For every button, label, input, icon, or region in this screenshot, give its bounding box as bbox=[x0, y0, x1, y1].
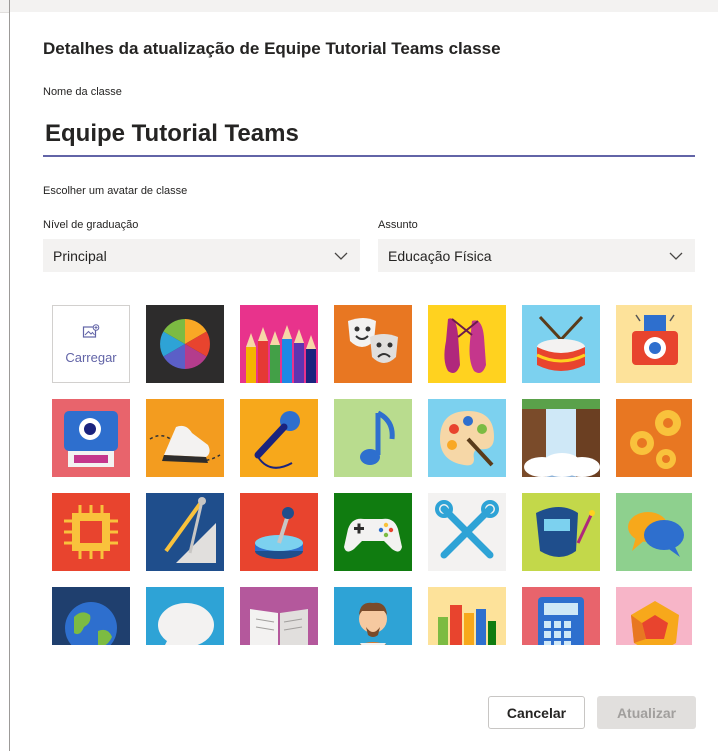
shakespeare-icon bbox=[334, 587, 412, 645]
colored-pencils-icon bbox=[240, 305, 318, 383]
avatar-ballet-shoes[interactable] bbox=[428, 305, 506, 383]
avatar-speech-bubble[interactable] bbox=[146, 587, 224, 645]
avatar-shakespeare[interactable] bbox=[334, 587, 412, 645]
avatar-music-note[interactable] bbox=[334, 399, 412, 477]
avatar-microphone[interactable] bbox=[240, 399, 318, 477]
calculator-icon bbox=[522, 587, 600, 645]
chevron-down-icon bbox=[669, 252, 683, 260]
avatar-drafting-compass[interactable] bbox=[146, 493, 224, 571]
avatar-calculator[interactable] bbox=[522, 587, 600, 645]
welding-mask-icon bbox=[522, 493, 600, 571]
subject-label: Assunto bbox=[378, 219, 418, 231]
avatar-theater-masks[interactable] bbox=[334, 305, 412, 383]
photo-camera-icon bbox=[616, 305, 692, 383]
avatar-drum[interactable] bbox=[522, 305, 600, 383]
wrench-tools-icon bbox=[428, 493, 506, 571]
class-name-label: Nome da classe bbox=[43, 86, 122, 98]
drafting-compass-icon bbox=[146, 493, 224, 571]
avatar-gears[interactable] bbox=[616, 399, 692, 477]
avatar-globe[interactable] bbox=[52, 587, 130, 645]
polaroid-camera-icon bbox=[52, 399, 130, 477]
dialog-title: Detalhes da atualização de Equipe Tutori… bbox=[43, 39, 501, 58]
open-book-icon bbox=[240, 587, 318, 645]
avatar-label: Escolher um avatar de classe bbox=[43, 185, 188, 197]
speech-bubble-icon bbox=[146, 587, 224, 645]
avatar-colored-pencils[interactable] bbox=[240, 305, 318, 383]
dodecahedron-icon bbox=[616, 587, 692, 645]
avatar-books[interactable] bbox=[428, 587, 506, 645]
cancel-button[interactable]: Cancelar bbox=[488, 696, 585, 729]
grade-label: Nível de graduação bbox=[43, 219, 139, 231]
upload-avatar-tile[interactable]: Carregar bbox=[52, 305, 130, 383]
update-class-dialog: Detalhes da atualização de Equipe Tutori… bbox=[10, 12, 718, 751]
sneaker-icon bbox=[146, 399, 224, 477]
avatar-speech-bubbles[interactable] bbox=[616, 493, 692, 571]
avatar-sneaker[interactable] bbox=[146, 399, 224, 477]
color-wheel-icon bbox=[146, 305, 224, 383]
drum-icon bbox=[522, 305, 600, 383]
music-note-icon bbox=[334, 399, 412, 477]
image-upload-icon bbox=[82, 323, 100, 338]
chevron-down-icon bbox=[334, 252, 348, 260]
globe-icon bbox=[52, 587, 130, 645]
speech-bubbles-icon bbox=[616, 493, 692, 571]
waterfall-icon bbox=[522, 399, 600, 477]
books-icon bbox=[428, 587, 506, 645]
subject-select-value: Educação Física bbox=[388, 247, 492, 264]
grade-select-value: Principal bbox=[53, 247, 107, 264]
avatar-polaroid-camera[interactable] bbox=[52, 399, 130, 477]
microchip-icon bbox=[52, 493, 130, 571]
avatar-microchip[interactable] bbox=[52, 493, 130, 571]
avatar-paint-palette[interactable] bbox=[428, 399, 506, 477]
avatar-waterfall[interactable] bbox=[522, 399, 600, 477]
microphone-icon bbox=[240, 399, 318, 477]
avatar-photo-camera[interactable] bbox=[616, 305, 692, 383]
avatar-color-wheel[interactable] bbox=[146, 305, 224, 383]
avatar-joystick[interactable] bbox=[240, 493, 318, 571]
avatar-open-book[interactable] bbox=[240, 587, 318, 645]
grade-select[interactable]: Principal bbox=[43, 239, 360, 272]
avatar-wrench-tools[interactable] bbox=[428, 493, 506, 571]
avatar-game-controller[interactable] bbox=[334, 493, 412, 571]
ballet-shoes-icon bbox=[428, 305, 506, 383]
theater-masks-icon bbox=[334, 305, 412, 383]
class-name-input[interactable] bbox=[43, 113, 695, 157]
avatar-grid: Carregar bbox=[52, 305, 692, 645]
game-controller-icon bbox=[334, 493, 412, 571]
gears-icon bbox=[616, 399, 692, 477]
paint-palette-icon bbox=[428, 399, 506, 477]
update-button[interactable]: Atualizar bbox=[597, 696, 696, 729]
avatar-welding-mask[interactable] bbox=[522, 493, 600, 571]
joystick-icon bbox=[240, 493, 318, 571]
avatar-dodecahedron[interactable] bbox=[616, 587, 692, 645]
subject-select[interactable]: Educação Física bbox=[378, 239, 695, 272]
upload-label: Carregar bbox=[65, 349, 117, 365]
